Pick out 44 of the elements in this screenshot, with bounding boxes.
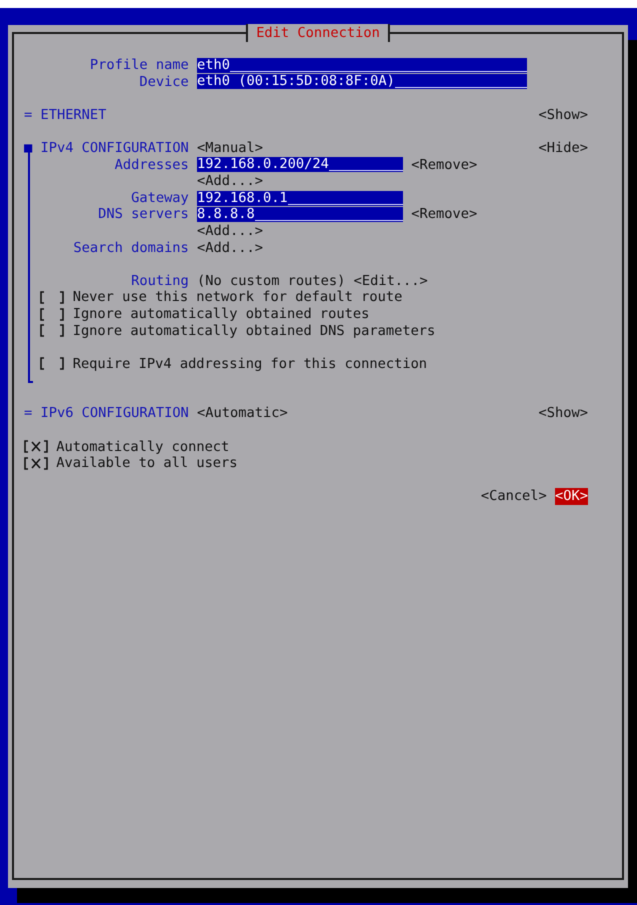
text-field[interactable]: 8.8.8.8 bbox=[197, 207, 404, 222]
text-field[interactable]: eth0 (00:15:5D:08:8F:0A) bbox=[197, 74, 527, 90]
remove-button[interactable]: <Remove> bbox=[411, 206, 478, 223]
checkbox[interactable] bbox=[24, 457, 48, 470]
section-title: IPv6 CONFIGURATION bbox=[40, 405, 189, 422]
collapsed-marker: = bbox=[24, 405, 34, 422]
mode-dropdown[interactable]: <Manual> bbox=[197, 140, 263, 157]
routing-value: (No custom routes) bbox=[197, 272, 346, 290]
field-label: DNS servers bbox=[97, 206, 189, 223]
checkbox[interactable] bbox=[40, 324, 64, 338]
section-toggle-button[interactable]: <Show> bbox=[538, 106, 588, 124]
checkbox-label: Available to all users bbox=[56, 455, 238, 472]
text-field[interactable]: eth0 bbox=[197, 58, 527, 73]
checkbox-label: Never use this network for default route bbox=[72, 289, 402, 306]
mode-dropdown[interactable]: <Automatic> bbox=[197, 405, 288, 422]
edit-button[interactable]: <Edit...> bbox=[354, 272, 428, 290]
add-button[interactable]: <Add...> bbox=[197, 240, 263, 256]
section-toggle-button[interactable]: <Show> bbox=[538, 405, 588, 422]
text-field[interactable]: 192.168.0.1 bbox=[197, 190, 404, 206]
checkbox-label: Automatically connect bbox=[56, 438, 230, 456]
checkbox[interactable] bbox=[24, 440, 48, 454]
dialog-title: Edit Connection bbox=[246, 24, 390, 42]
dialog-button[interactable]: <Cancel> bbox=[480, 488, 547, 506]
add-button[interactable]: <Add...> bbox=[197, 173, 263, 190]
field-label: Profile name bbox=[88, 57, 189, 74]
section-toggle-button[interactable]: <Hide> bbox=[538, 140, 588, 157]
field-label: Addresses bbox=[114, 156, 189, 174]
field-label: Search domains bbox=[72, 240, 189, 256]
checkbox[interactable] bbox=[40, 291, 64, 304]
section-title: ETHERNET bbox=[40, 106, 108, 124]
checkbox-label: Ignore automatically obtained DNS parameters bbox=[72, 322, 436, 340]
section-title: IPv4 CONFIGURATION bbox=[40, 140, 189, 157]
field-label: Gateway bbox=[130, 190, 189, 206]
checkbox[interactable] bbox=[40, 357, 64, 370]
collapsed-marker: = bbox=[24, 106, 34, 124]
dialog-button[interactable]: <OK> bbox=[555, 488, 588, 506]
field-label: Device bbox=[138, 74, 189, 90]
checkbox-label: Ignore automatically obtained routes bbox=[72, 306, 370, 322]
field-label: Routing bbox=[130, 272, 189, 290]
checkbox-label: Require IPv4 addressing for this connection bbox=[72, 356, 428, 372]
add-button[interactable]: <Add...> bbox=[197, 222, 263, 240]
text-field[interactable]: 192.168.0.200/24 bbox=[197, 157, 404, 172]
remove-button[interactable]: <Remove> bbox=[411, 156, 478, 174]
checkbox[interactable] bbox=[40, 308, 64, 321]
